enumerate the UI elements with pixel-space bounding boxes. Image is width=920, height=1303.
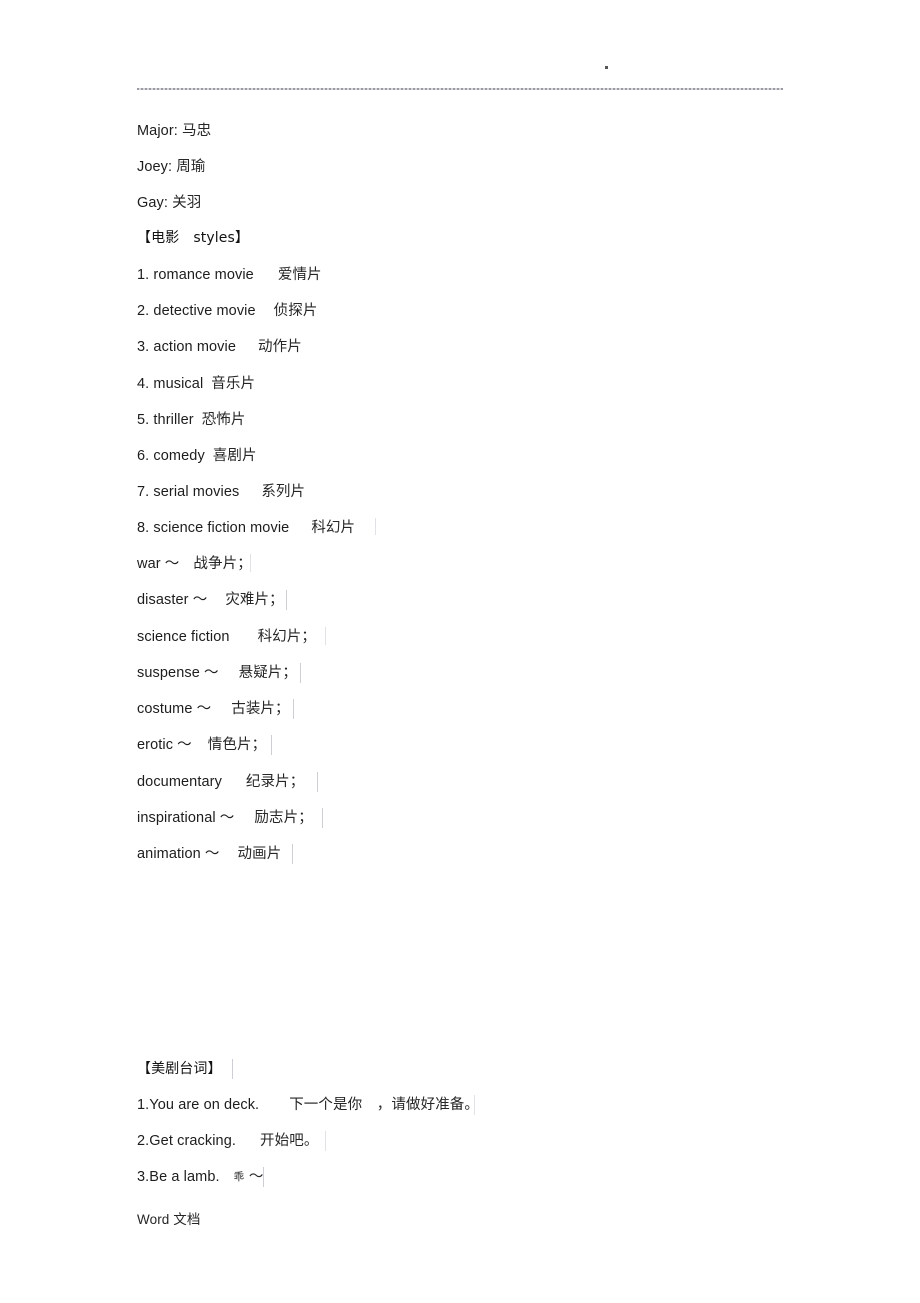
name-line-gay: Gay: 关羽 bbox=[137, 196, 201, 211]
genre-item-cn: 灾难片； bbox=[225, 592, 284, 608]
document-page: Major: 马忠 Joey: 周瑜 Gay: 关羽 【电影 styles】 1… bbox=[0, 0, 920, 1303]
list-item: 4. musical 音乐片 bbox=[137, 377, 255, 392]
genre-item-en: costume ～ bbox=[137, 701, 212, 717]
genre-item-cn: 悬疑片； bbox=[238, 665, 298, 681]
list-item: disaster ～ 灾难片； bbox=[137, 593, 284, 608]
movie-item-cn: 爱情片 bbox=[277, 267, 322, 283]
list-item: documentary 纪录片； bbox=[137, 775, 304, 790]
movie-item-cn: 科幻片 bbox=[311, 520, 356, 536]
tv-line-cn: 开始吧。 bbox=[260, 1133, 319, 1149]
name-value-gay: 关羽 bbox=[172, 195, 202, 211]
genre-item-cn: 情色片； bbox=[207, 737, 267, 753]
tv-line-cn: 乖 bbox=[233, 1171, 245, 1183]
list-item: 3.Be a lamb. 乖 ～ bbox=[137, 1170, 264, 1185]
genre-item-en: disaster ～ bbox=[137, 592, 208, 608]
name-line-major: Major: 马忠 bbox=[137, 124, 211, 139]
movie-item-en: 8. science fiction movie bbox=[137, 520, 290, 536]
list-item: costume ～ 古装片； bbox=[137, 702, 290, 717]
scan-tick-artifact bbox=[317, 772, 318, 792]
name-label-major: Major: bbox=[137, 123, 183, 139]
name-label-gay: Gay: bbox=[137, 195, 173, 211]
tv-line-en: 1.You are on deck. bbox=[137, 1097, 260, 1113]
scan-tick-artifact bbox=[263, 1167, 264, 1187]
list-item: animation ～ 动画片 bbox=[137, 847, 281, 862]
movie-item-cn: 喜剧片 bbox=[212, 448, 257, 464]
genre-item-cn: 励志片； bbox=[254, 810, 313, 826]
list-item: 5. thriller 恐怖片 bbox=[137, 413, 246, 428]
movie-item-cn: 侦探片 bbox=[273, 303, 318, 319]
list-item: 2. detective movie 侦探片 bbox=[137, 304, 317, 319]
list-item: 6. comedy 喜剧片 bbox=[137, 449, 257, 464]
scan-tick-artifact bbox=[292, 844, 293, 864]
genre-item-en: science fiction bbox=[137, 629, 230, 645]
list-item: 8. science fiction movie 科幻片 bbox=[137, 521, 355, 536]
movie-item-en: 2. detective movie bbox=[137, 303, 256, 319]
tv-line-en: 3.Be a lamb. bbox=[137, 1169, 220, 1185]
scan-tick-artifact bbox=[325, 627, 326, 645]
scan-tick-artifact bbox=[271, 735, 272, 755]
horizontal-rule bbox=[137, 88, 783, 90]
movie-item-en: 3. action movie bbox=[137, 339, 237, 355]
genre-item-cn: 古装片； bbox=[231, 701, 290, 717]
genre-item-cn: 动画片 bbox=[237, 846, 282, 862]
scan-tick-artifact bbox=[322, 808, 323, 828]
tv-line-cn: 下一个是你 ，请做好准备。 bbox=[289, 1097, 480, 1113]
scan-tick-artifact bbox=[232, 1059, 233, 1079]
scan-tick-artifact bbox=[293, 699, 294, 719]
movie-item-en: 1. romance movie bbox=[137, 267, 254, 283]
genre-item-cn: 纪录片； bbox=[245, 774, 305, 790]
list-item: war ～ 战争片； bbox=[137, 557, 252, 572]
scan-tick-artifact bbox=[286, 590, 287, 610]
movie-section-heading: 【电影 styles】 bbox=[137, 230, 249, 246]
scan-tick-artifact bbox=[325, 1131, 326, 1151]
genre-item-en: documentary bbox=[137, 774, 222, 790]
genre-item-en: inspirational ～ bbox=[137, 810, 235, 826]
name-line-joey: Joey: 周瑜 bbox=[137, 160, 206, 175]
name-value-joey: 周瑜 bbox=[176, 159, 206, 175]
genre-item-en: suspense ～ bbox=[137, 665, 219, 681]
genre-item-cn: 战争片； bbox=[193, 556, 252, 572]
name-label-joey: Joey: bbox=[137, 159, 177, 175]
movie-item-en: 5. thriller bbox=[137, 412, 194, 428]
movie-item-en: 7. serial movies bbox=[137, 484, 240, 500]
tv-section-heading: 【美剧台词】 bbox=[137, 1061, 222, 1077]
list-item: suspense ～ 悬疑片； bbox=[137, 666, 297, 681]
list-item: science fiction 科幻片； bbox=[137, 630, 316, 645]
scan-tick-artifact bbox=[375, 518, 376, 535]
scan-speck-artifact bbox=[605, 66, 608, 69]
page-footer: Word 文档 bbox=[137, 1212, 201, 1227]
movie-item-cn: 恐怖片 bbox=[201, 412, 246, 428]
genre-item-cn: 科幻片； bbox=[257, 629, 316, 645]
genre-item-en: erotic ～ bbox=[137, 737, 192, 753]
list-item: 1.You are on deck. 下一个是你 ，请做好准备。 bbox=[137, 1098, 479, 1113]
name-value-major: 马忠 bbox=[182, 123, 212, 139]
movie-item-en: 6. comedy bbox=[137, 448, 205, 464]
list-item: 7. serial movies 系列片 bbox=[137, 485, 305, 500]
genre-item-en: war ～ bbox=[137, 556, 180, 572]
list-item: 3. action movie 动作片 bbox=[137, 340, 302, 355]
tv-line-cn-suffix: ～ bbox=[244, 1169, 264, 1185]
movie-item-en: 4. musical bbox=[137, 376, 204, 392]
scan-tick-artifact bbox=[300, 663, 301, 683]
movie-item-cn: 动作片 bbox=[258, 339, 302, 355]
scan-tick-artifact bbox=[250, 554, 251, 572]
scan-tick-artifact bbox=[474, 1095, 475, 1115]
list-item: erotic ～ 情色片； bbox=[137, 738, 266, 753]
list-item: inspirational ～ 励志片； bbox=[137, 811, 313, 826]
tv-line-en: 2.Get cracking. bbox=[137, 1133, 237, 1149]
movie-item-cn: 系列片 bbox=[261, 484, 306, 500]
movie-item-cn: 音乐片 bbox=[211, 376, 256, 392]
genre-item-en: animation ～ bbox=[137, 846, 220, 862]
list-item: 2.Get cracking. 开始吧。 bbox=[137, 1134, 318, 1149]
list-item: 1. romance movie 爱情片 bbox=[137, 268, 322, 283]
